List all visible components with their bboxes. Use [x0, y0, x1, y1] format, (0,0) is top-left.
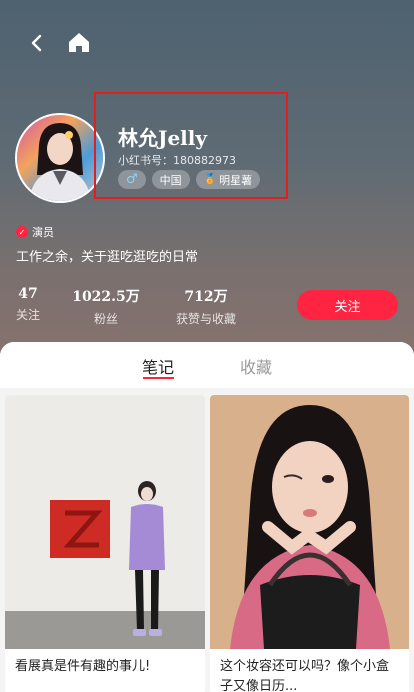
- active-tab-indicator: [143, 377, 174, 379]
- top-bar: [0, 0, 414, 86]
- stat-value: 47: [18, 286, 38, 302]
- stat-label: 关注: [16, 308, 41, 322]
- medal-icon: 🏅: [203, 174, 217, 185]
- stat-value: 712万: [184, 289, 228, 305]
- profile-stats: 47 关注 1022.5万 粉丝 712万 获赞与收藏: [16, 286, 238, 327]
- home-button[interactable]: [66, 30, 92, 56]
- avatar[interactable]: [15, 113, 105, 203]
- stat-followers[interactable]: 1022.5万 粉丝: [58, 286, 154, 327]
- profile-name: 林允Jelly: [118, 126, 208, 150]
- star-tag-label: 明星薯: [219, 173, 253, 187]
- stat-likes[interactable]: 712万 获赞与收藏: [174, 286, 238, 327]
- note-title: 这个妆容还可以吗？像个小盒子又像日历...: [220, 659, 390, 692]
- chevron-left-icon: [31, 34, 42, 52]
- profile-bio: 工作之余，关于逛吃逛吃的日常: [16, 250, 199, 265]
- notes-panel: 笔记 收藏 看展真是件有趣的事儿! 这个妆容还可以吗？像个小盒子又像日历...: [0, 342, 414, 692]
- follow-button[interactable]: 关注: [297, 290, 398, 320]
- star-tag[interactable]: 🏅 明星薯: [195, 170, 261, 189]
- stat-label: 获赞与收藏: [175, 312, 236, 326]
- note-title: 看展真是件有趣的事儿!: [15, 659, 151, 674]
- avatar-image: [17, 115, 103, 201]
- note-card[interactable]: 这个妆容还可以吗？像个小盒子又像日历...: [210, 395, 409, 692]
- tab-collections[interactable]: 收藏: [240, 354, 272, 378]
- profile-id: 小红书号：180882973: [118, 154, 236, 167]
- note-image: [5, 395, 205, 649]
- tabs-bar: 笔记 收藏: [0, 342, 414, 388]
- profile-tags: ♂ 中国 🏅 明星薯: [118, 170, 261, 190]
- verified-badge: ✓ 演员: [16, 224, 54, 240]
- verified-label: 演员: [32, 226, 54, 239]
- stat-following[interactable]: 47 关注: [16, 286, 40, 327]
- region-tag: 中国: [151, 170, 190, 189]
- home-icon: [69, 33, 89, 52]
- gender-tag: ♂: [118, 170, 146, 189]
- check-icon: ✓: [16, 226, 28, 238]
- note-image: [210, 395, 409, 649]
- stat-value: 1022.5万: [72, 289, 140, 305]
- stat-label: 粉丝: [93, 312, 118, 326]
- back-button[interactable]: [24, 30, 50, 56]
- note-card[interactable]: 看展真是件有趣的事儿!: [5, 395, 205, 692]
- tab-notes[interactable]: 笔记: [142, 354, 174, 378]
